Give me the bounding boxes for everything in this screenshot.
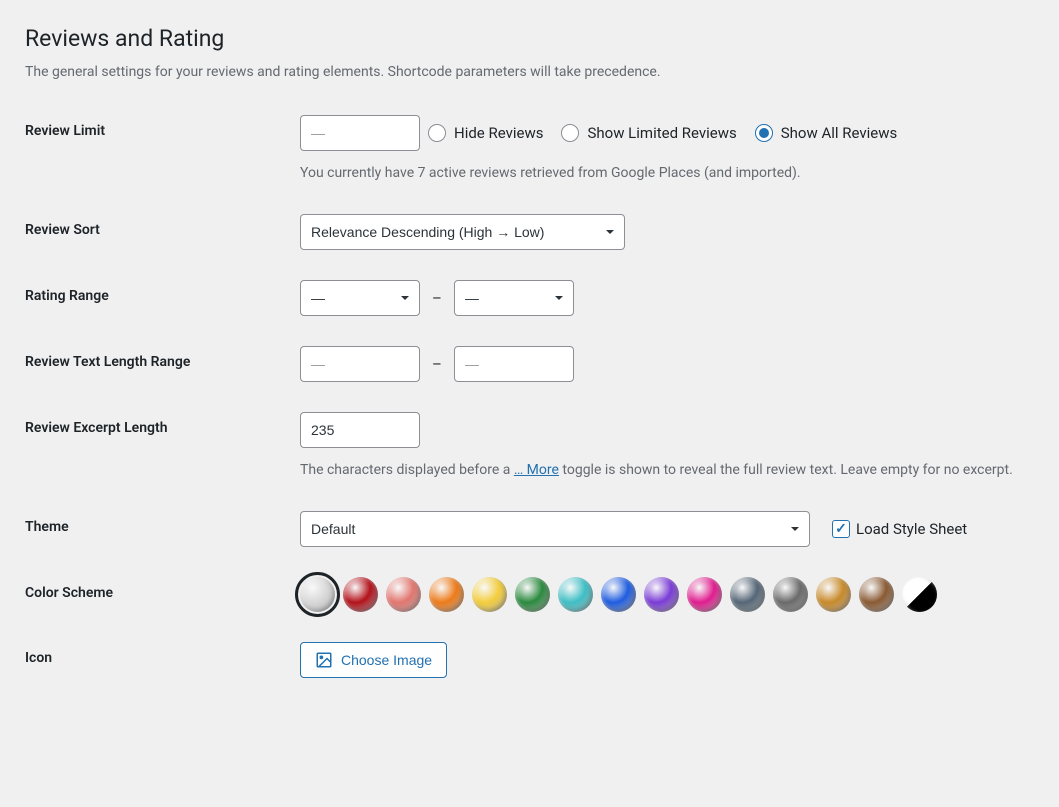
row-icon: Icon Choose Image xyxy=(25,642,1034,678)
color-swatch-slate[interactable] xyxy=(730,577,765,612)
review-limit-help: You currently have 7 active reviews retr… xyxy=(300,163,1034,184)
row-text-length-range: Review Text Length Range – xyxy=(25,346,1034,382)
color-swatch-red[interactable] xyxy=(343,577,378,612)
color-swatch-half[interactable] xyxy=(902,577,937,612)
excerpt-length-help: The characters displayed before a … More… xyxy=(300,460,1034,481)
label-excerpt-length: Review Excerpt Length xyxy=(25,412,300,436)
review-limit-radio-2[interactable]: Show All Reviews xyxy=(755,124,898,142)
review-limit-radio-0[interactable]: Hide Reviews xyxy=(428,124,543,142)
row-excerpt-length: Review Excerpt Length The characters dis… xyxy=(25,412,1034,481)
color-swatch-gray[interactable] xyxy=(773,577,808,612)
check-icon: ✓ xyxy=(835,521,847,537)
text-length-max-input[interactable] xyxy=(454,346,574,382)
label-review-limit: Review Limit xyxy=(25,115,300,139)
label-rating-range: Rating Range xyxy=(25,280,300,304)
excerpt-help-before: The characters displayed before a xyxy=(300,462,514,478)
page-description: The general settings for your reviews an… xyxy=(25,64,1034,80)
radio-icon xyxy=(428,124,446,142)
label-theme: Theme xyxy=(25,511,300,535)
checkbox-icon: ✓ xyxy=(832,520,850,538)
choose-image-button[interactable]: Choose Image xyxy=(300,642,447,678)
label-review-sort: Review Sort xyxy=(25,214,300,238)
more-link[interactable]: … More xyxy=(514,462,559,478)
rating-range-min-select[interactable]: — xyxy=(300,280,420,316)
text-length-separator: – xyxy=(432,355,442,373)
color-swatch-blue[interactable] xyxy=(601,577,636,612)
radio-icon xyxy=(755,124,773,142)
color-swatch-orange[interactable] xyxy=(429,577,464,612)
radio-label: Show All Reviews xyxy=(781,124,898,142)
row-review-sort: Review Sort Relevance Descending (High →… xyxy=(25,214,1034,250)
row-review-limit: Review Limit Hide Reviews Show Limited Re… xyxy=(25,115,1034,184)
color-swatch-teal[interactable] xyxy=(558,577,593,612)
color-swatch-green[interactable] xyxy=(515,577,550,612)
color-swatch-coral[interactable] xyxy=(386,577,421,612)
color-swatch-purple[interactable] xyxy=(644,577,679,612)
color-swatch-amber[interactable] xyxy=(816,577,851,612)
review-limit-radio-1[interactable]: Show Limited Reviews xyxy=(561,124,736,142)
review-limit-input[interactable] xyxy=(300,115,420,151)
row-theme: Theme Default ✓ Load Style Sheet xyxy=(25,511,1034,547)
color-swatch-magenta[interactable] xyxy=(687,577,722,612)
label-icon: Icon xyxy=(25,642,300,666)
row-rating-range: Rating Range — – — xyxy=(25,280,1034,316)
label-text-length-range: Review Text Length Range xyxy=(25,346,300,370)
color-swatch-silver[interactable] xyxy=(300,577,335,612)
load-stylesheet-label: Load Style Sheet xyxy=(856,520,967,538)
rating-range-separator: – xyxy=(432,289,442,307)
review-sort-select[interactable]: Relevance Descending (High → Low) xyxy=(300,214,625,250)
radio-icon xyxy=(561,124,579,142)
choose-image-label: Choose Image xyxy=(341,652,432,668)
excerpt-length-input[interactable] xyxy=(300,412,420,448)
row-color-scheme: Color Scheme xyxy=(25,577,1034,612)
rating-range-max-select[interactable]: — xyxy=(454,280,574,316)
radio-label: Hide Reviews xyxy=(454,124,543,142)
color-swatch-yellow[interactable] xyxy=(472,577,507,612)
excerpt-help-after: toggle is shown to reveal the full revie… xyxy=(559,462,1013,478)
color-swatch-brown[interactable] xyxy=(859,577,894,612)
theme-select[interactable]: Default xyxy=(300,511,810,547)
radio-label: Show Limited Reviews xyxy=(587,124,736,142)
label-color-scheme: Color Scheme xyxy=(25,577,300,601)
page-title: Reviews and Rating xyxy=(25,25,1034,52)
load-stylesheet-checkbox[interactable]: ✓ Load Style Sheet xyxy=(832,520,967,538)
image-icon xyxy=(315,651,333,669)
text-length-min-input[interactable] xyxy=(300,346,420,382)
